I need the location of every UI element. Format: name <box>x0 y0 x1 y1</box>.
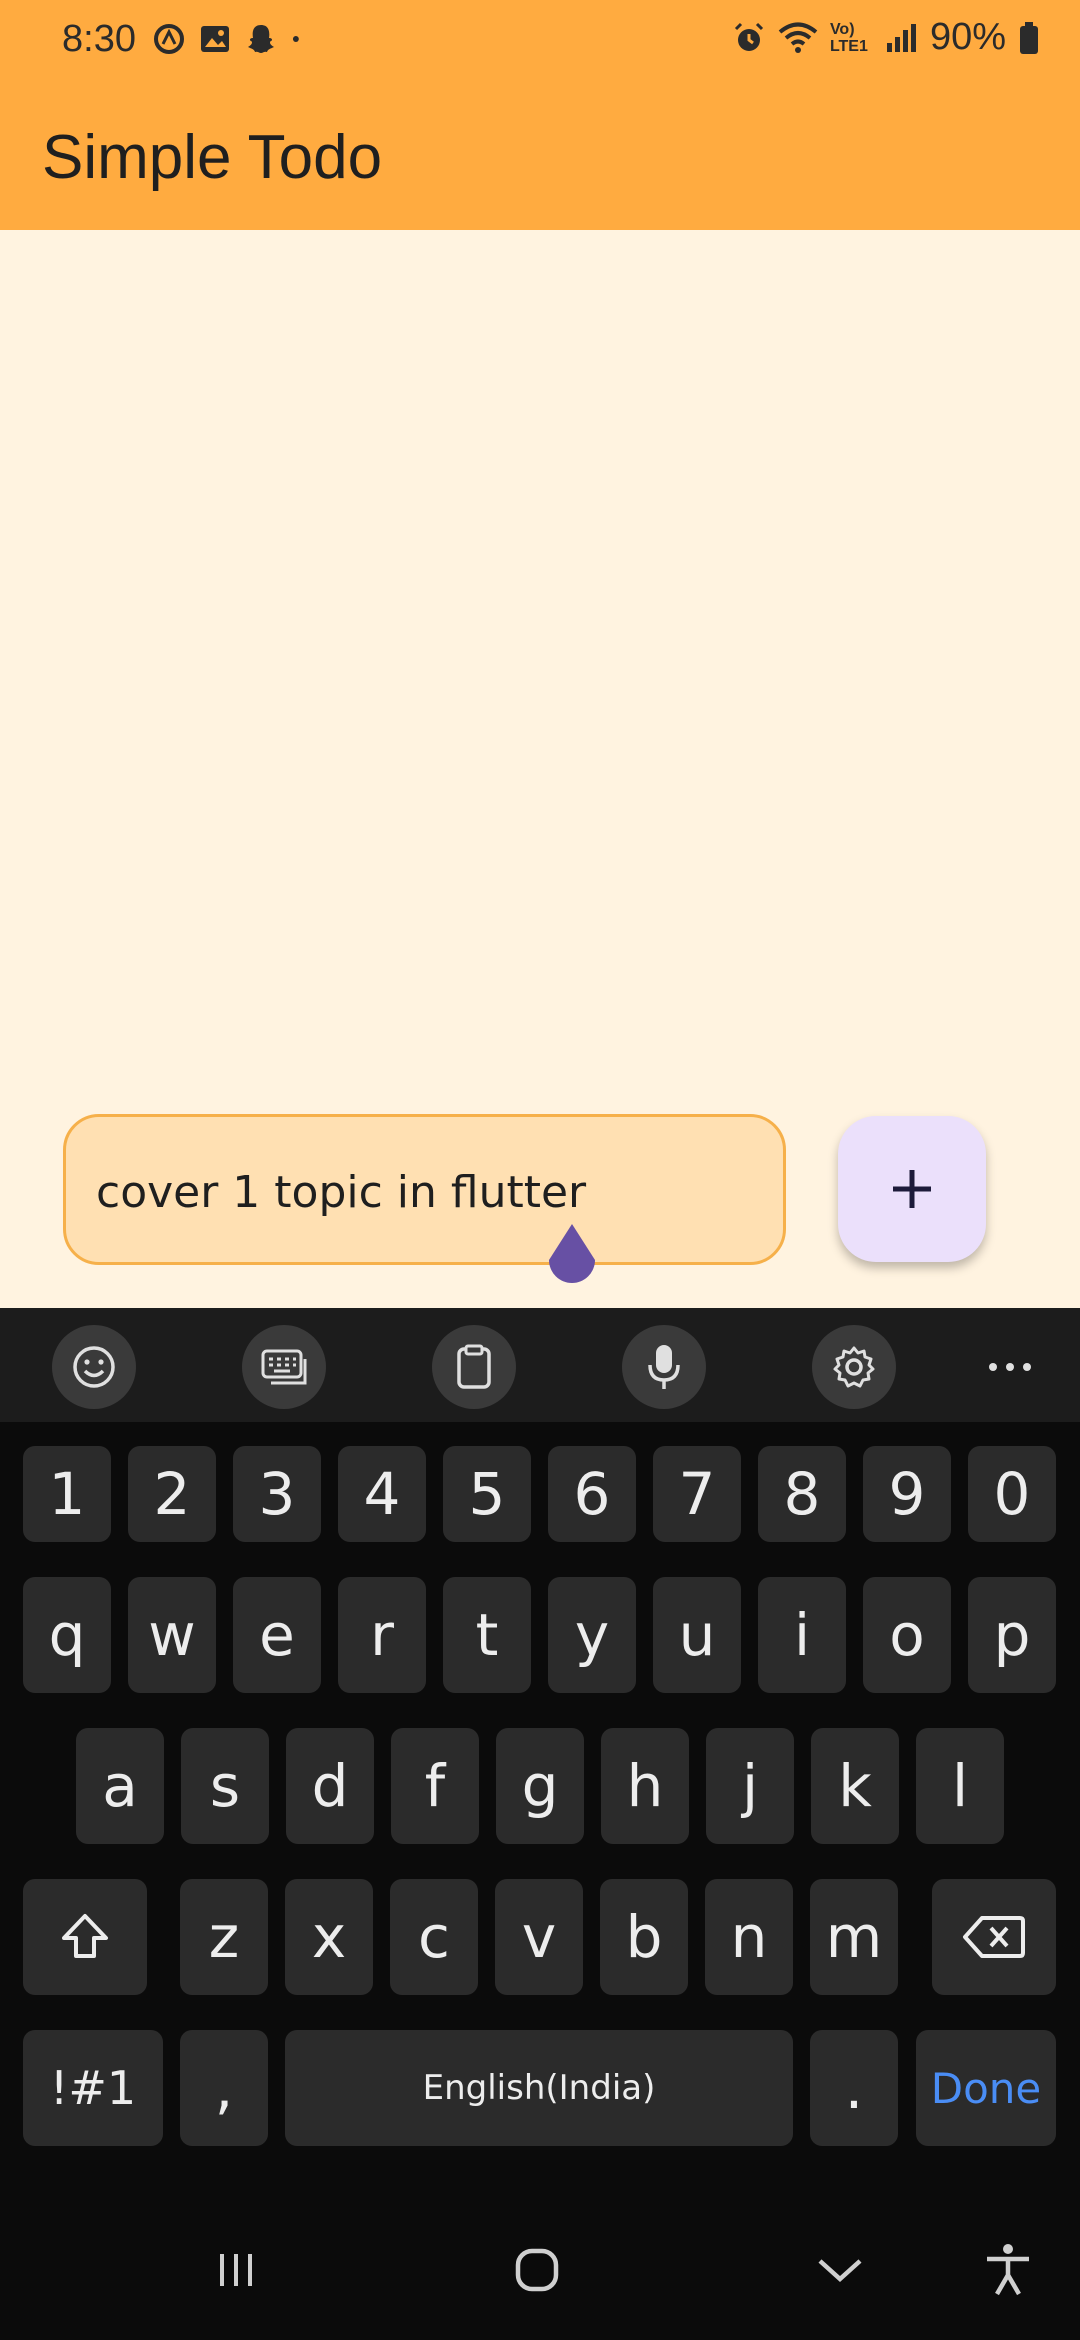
key-4[interactable]: 4 <box>338 1446 426 1542</box>
cursor-handle[interactable] <box>543 1222 601 1292</box>
key-h[interactable]: h <box>601 1728 689 1844</box>
symbols-key[interactable]: !#1 <box>23 2030 163 2146</box>
period-key[interactable]: . <box>810 2030 898 2146</box>
key-d[interactable]: d <box>286 1728 374 1844</box>
key-0[interactable]: 0 <box>968 1446 1056 1542</box>
key-n[interactable]: n <box>705 1879 793 1995</box>
more-icon <box>989 1363 1031 1371</box>
space-key[interactable]: English(India) <box>285 2030 793 2146</box>
snapchat-icon <box>248 25 274 53</box>
emoji-icon <box>73 1346 115 1388</box>
home-icon <box>515 2248 559 2292</box>
key-1[interactable]: 1 <box>23 1446 111 1542</box>
key-b[interactable]: b <box>600 1879 688 1995</box>
battery-percent: 90% <box>929 16 1006 58</box>
clipboard-button[interactable] <box>432 1325 516 1409</box>
key-3[interactable]: 3 <box>233 1446 321 1542</box>
accessibility-button[interactable] <box>968 2230 1048 2310</box>
sync-icon <box>154 24 184 54</box>
key-q[interactable]: q <box>23 1577 111 1693</box>
mic-icon <box>648 1345 680 1389</box>
status-right: Vo) LTE1 90% <box>732 16 1040 59</box>
key-t[interactable]: t <box>443 1577 531 1693</box>
keyboard-switch-button[interactable] <box>242 1325 326 1409</box>
done-key[interactable]: Done <box>916 2030 1056 2146</box>
shift-icon <box>62 1914 108 1958</box>
alarm-icon <box>734 22 763 51</box>
clipboard-icon <box>457 1344 491 1389</box>
key-c[interactable]: c <box>390 1879 478 1995</box>
key-a[interactable]: a <box>76 1728 164 1844</box>
shift-key[interactable] <box>23 1879 147 1995</box>
key-f[interactable]: f <box>391 1728 479 1844</box>
key-9[interactable]: 9 <box>863 1446 951 1542</box>
status-bar: 8:30 Vo) LTE1 90% <box>0 0 1080 82</box>
signal-icon <box>886 23 916 52</box>
volte-icon: Vo) LTE1 <box>829 20 868 55</box>
todo-input-container[interactable] <box>63 1114 786 1265</box>
key-z[interactable]: z <box>180 1879 268 1995</box>
key-w[interactable]: w <box>128 1577 216 1693</box>
status-left-icons <box>152 22 310 56</box>
todo-input[interactable] <box>96 1157 746 1227</box>
key-k[interactable]: k <box>811 1728 899 1844</box>
voice-input-button[interactable] <box>622 1325 706 1409</box>
key-2[interactable]: 2 <box>128 1446 216 1542</box>
key-o[interactable]: o <box>863 1577 951 1693</box>
key-x[interactable]: x <box>285 1879 373 1995</box>
app-bar: Simple Todo <box>0 82 1080 230</box>
key-s[interactable]: s <box>181 1728 269 1844</box>
key-v[interactable]: v <box>495 1879 583 1995</box>
key-u[interactable]: u <box>653 1577 741 1693</box>
key-g[interactable]: g <box>496 1728 584 1844</box>
status-time: 8:30 <box>62 18 136 60</box>
key-5[interactable]: 5 <box>443 1446 531 1542</box>
backspace-icon <box>963 1916 1025 1958</box>
gallery-icon <box>201 26 229 52</box>
app-title: Simple Todo <box>42 123 383 192</box>
key-8[interactable]: 8 <box>758 1446 846 1542</box>
key-j[interactable]: j <box>706 1728 794 1844</box>
accessibility-icon <box>987 2244 1029 2296</box>
battery-icon <box>1020 21 1038 54</box>
comma-key[interactable]: , <box>180 2030 268 2146</box>
key-l[interactable]: l <box>916 1728 1004 1844</box>
recents-icon <box>220 2254 252 2286</box>
keyboard: 1 2 3 4 5 6 7 8 9 0 q w e r t y u i o p … <box>0 1308 1080 2340</box>
backspace-key[interactable] <box>932 1879 1056 1995</box>
navigation-bar <box>0 2200 1080 2340</box>
keyboard-icon <box>261 1349 307 1385</box>
key-p[interactable]: p <box>968 1577 1056 1693</box>
recents-button[interactable] <box>196 2230 276 2310</box>
more-button[interactable] <box>980 1325 1040 1409</box>
key-i[interactable]: i <box>758 1577 846 1693</box>
add-todo-button[interactable] <box>838 1116 986 1262</box>
key-7[interactable]: 7 <box>653 1446 741 1542</box>
plus-icon <box>893 1170 931 1208</box>
key-6[interactable]: 6 <box>548 1446 636 1542</box>
key-r[interactable]: r <box>338 1577 426 1693</box>
keyboard-settings-button[interactable] <box>812 1325 896 1409</box>
home-button[interactable] <box>497 2230 577 2310</box>
key-m[interactable]: m <box>810 1879 898 1995</box>
dot-icon <box>292 36 299 42</box>
keyboard-toolbar <box>0 1308 1080 1422</box>
wifi-icon <box>778 22 818 53</box>
settings-icon <box>833 1346 875 1388</box>
key-e[interactable]: e <box>233 1577 321 1693</box>
emoji-button[interactable] <box>52 1325 136 1409</box>
hide-keyboard-icon <box>818 2259 862 2283</box>
hide-keyboard-button[interactable] <box>800 2230 880 2310</box>
key-y[interactable]: y <box>548 1577 636 1693</box>
